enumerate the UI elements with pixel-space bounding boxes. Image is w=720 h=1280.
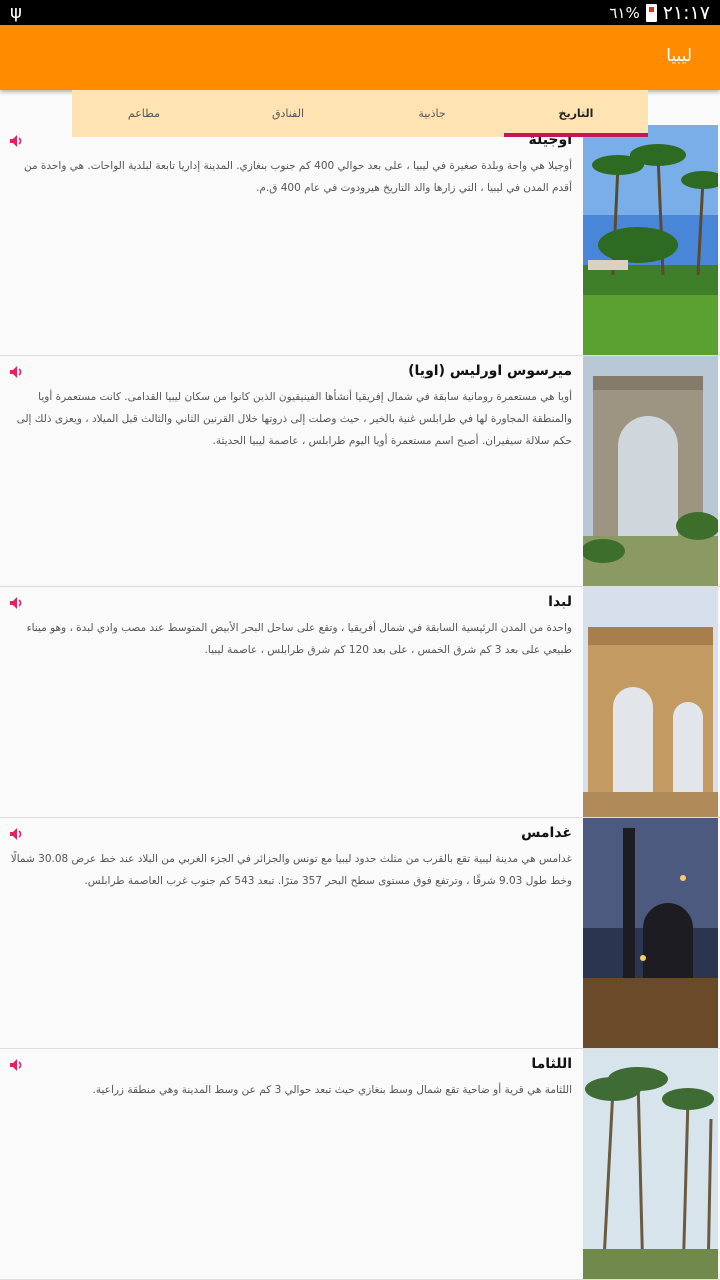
place-image <box>583 125 718 355</box>
tab-hotels[interactable]: الفنادق <box>216 90 360 137</box>
list-item[interactable]: اوجيلة أوجيلا هي واحة وبلدة صغيرة في ليب… <box>0 125 720 356</box>
place-title: لبدا <box>548 594 572 610</box>
status-bar: ψ ٦١% ٢١:١٧ <box>0 0 720 25</box>
battery-percent: ٦١% <box>609 3 640 22</box>
place-description: غدامس هي مدينة ليبية تقع بالقرب من مثلث … <box>10 853 572 887</box>
speaker-icon[interactable] <box>10 597 24 609</box>
battery-icon <box>645 3 657 22</box>
list-item[interactable]: ميرسوس اورليس (اويا) أويا هي مستعمرة روم… <box>0 356 720 587</box>
place-description: أويا هي مستعمرة رومانية سابقة في شمال إف… <box>16 391 572 447</box>
speaker-icon[interactable] <box>10 828 24 840</box>
speaker-icon[interactable] <box>10 1059 24 1071</box>
app-bar: ليبيا <box>0 25 720 90</box>
place-description: واحدة من المدن الرئيسية السابقة في شمال … <box>26 622 572 656</box>
tab-bar: التاريخ جاذبية الفنادق مطاعم <box>72 90 648 137</box>
clock-time: ٢١:١٧ <box>662 1 710 24</box>
speaker-icon[interactable] <box>10 135 24 147</box>
places-list[interactable]: اوجيلة أوجيلا هي واحة وبلدة صغيرة في ليب… <box>0 125 720 1280</box>
tab-attractions[interactable]: جاذبية <box>360 90 504 137</box>
place-image <box>583 1049 718 1279</box>
app-title: ليبيا <box>666 46 692 66</box>
place-image <box>583 587 718 817</box>
place-description: اللثامة هي قرية أو ضاحية تقع شمال وسط بن… <box>92 1084 572 1096</box>
place-title: اللثاما <box>531 1056 572 1072</box>
place-title: ميرسوس اورليس (اويا) <box>408 363 572 379</box>
list-item[interactable]: لبدا واحدة من المدن الرئيسية السابقة في … <box>0 587 720 818</box>
status-right: ٦١% ٢١:١٧ <box>609 2 710 24</box>
place-image <box>583 818 718 1048</box>
place-description: أوجيلا هي واحة وبلدة صغيرة في ليبيا ، عل… <box>23 160 572 194</box>
place-image <box>583 356 718 586</box>
list-item[interactable]: اللثاما اللثامة هي قرية أو ضاحية تقع شما… <box>0 1049 720 1280</box>
place-title: غدامس <box>521 825 572 841</box>
tab-restaurants[interactable]: مطاعم <box>72 90 216 137</box>
tab-history[interactable]: التاريخ <box>504 90 648 137</box>
list-item[interactable]: غدامس غدامس هي مدينة ليبية تقع بالقرب من… <box>0 818 720 1049</box>
usb-icon: ψ <box>10 2 22 23</box>
speaker-icon[interactable] <box>10 366 24 378</box>
